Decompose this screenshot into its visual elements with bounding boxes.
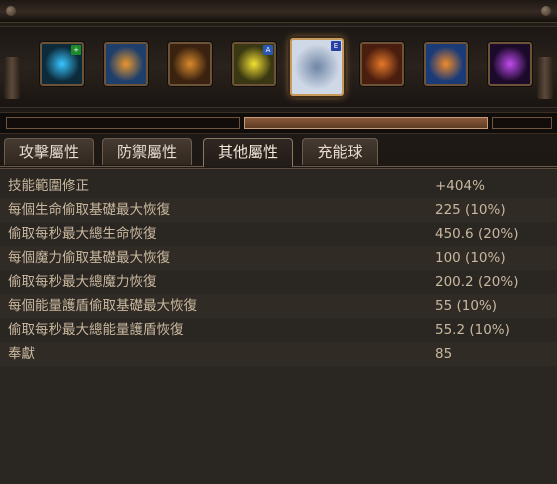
- skill-badge: +: [71, 45, 81, 55]
- stat-value: 450.6 (20%): [435, 226, 519, 242]
- stat-label: 每個生命偷取基礎最大恢復: [8, 202, 170, 218]
- skill-bar-left-handle: [4, 57, 20, 99]
- skill-bar-right-handle: [537, 57, 553, 99]
- frame-rivet: [541, 6, 551, 16]
- fist-skill-icon-2[interactable]: [360, 42, 404, 86]
- stat-row: 偷取每秒最大總生命恢復 450.6 (20%): [0, 222, 557, 246]
- stat-row: 偷取每秒最大總能量護盾恢復 55.2 (10%): [0, 318, 557, 342]
- mana-steal-skill-icon[interactable]: [168, 42, 212, 86]
- stat-label: 每個能量護盾偷取基礎最大恢復: [8, 298, 197, 314]
- stat-row: 每個能量護盾偷取基礎最大恢復 55 (10%): [0, 294, 557, 318]
- stat-value: 55.2 (10%): [435, 322, 510, 338]
- selected-skill-marker[interactable]: [244, 117, 488, 129]
- stat-value: 85: [435, 346, 453, 362]
- skill-glyph: [170, 44, 210, 84]
- skill-badge: A: [263, 45, 273, 55]
- skill-glyph: [362, 44, 402, 84]
- skill-progress-track: [0, 112, 557, 134]
- skill-glyph: [490, 44, 530, 84]
- stat-label: 奉獻: [8, 346, 35, 362]
- stats-panel: 技能範圍修正 +404% 每個生命偷取基礎最大恢復 225 (10%) 偷取每秒…: [0, 168, 557, 484]
- frame-rivet: [6, 6, 16, 16]
- stat-tabs: 攻擊屬性 防禦屬性 其他屬性 充能球: [0, 138, 557, 167]
- stat-value: 200.2 (20%): [435, 274, 519, 290]
- stat-label: 偷取每秒最大總魔力恢復: [8, 274, 157, 290]
- stat-row: 偷取每秒最大總魔力恢復 200.2 (20%): [0, 270, 557, 294]
- stat-row: 奉獻 85: [0, 342, 557, 366]
- track-segment: [6, 117, 240, 129]
- stat-row: 技能範圍修正 +404%: [0, 174, 557, 198]
- skill-badge: E: [331, 41, 341, 51]
- stat-value: +404%: [435, 178, 485, 194]
- stat-value: 225 (10%): [435, 202, 506, 218]
- fist-skill-icon-1[interactable]: [104, 42, 148, 86]
- void-sphere-skill-icon[interactable]: [488, 42, 532, 86]
- tab-charges[interactable]: 充能球: [302, 138, 378, 165]
- tab-attack[interactable]: 攻擊屬性: [4, 138, 94, 165]
- track-segment: [492, 117, 552, 129]
- lightning-tendrils-skill-icon[interactable]: +: [40, 42, 84, 86]
- skill-details-window: + A E 攻擊屬性 防禦屬性 其他屬性 充能球 技能範圍修正 +404% 每個生命…: [0, 0, 557, 484]
- stat-value: 55 (10%): [435, 298, 498, 314]
- skill-glyph: [426, 44, 466, 84]
- stat-label: 每個魔力偷取基礎最大恢復: [8, 250, 170, 266]
- skill-glyph: [106, 44, 146, 84]
- fist-skill-icon-3[interactable]: [424, 42, 468, 86]
- stat-value: 100 (10%): [435, 250, 506, 266]
- stat-row: 每個魔力偷取基礎最大恢復 100 (10%): [0, 246, 557, 270]
- stat-row: 每個生命偷取基礎最大恢復 225 (10%): [0, 198, 557, 222]
- stat-label: 技能範圍修正: [8, 178, 89, 194]
- stat-label: 偷取每秒最大總能量護盾恢復: [8, 322, 184, 338]
- lightning-warrior-skill-icon[interactable]: A: [232, 42, 276, 86]
- ice-claw-skill-icon[interactable]: E: [290, 38, 344, 96]
- stat-label: 偷取每秒最大總生命恢復: [8, 226, 157, 242]
- tab-defense[interactable]: 防禦屬性: [102, 138, 192, 165]
- tab-other[interactable]: 其他屬性: [203, 138, 293, 167]
- window-top-bar: [0, 0, 557, 23]
